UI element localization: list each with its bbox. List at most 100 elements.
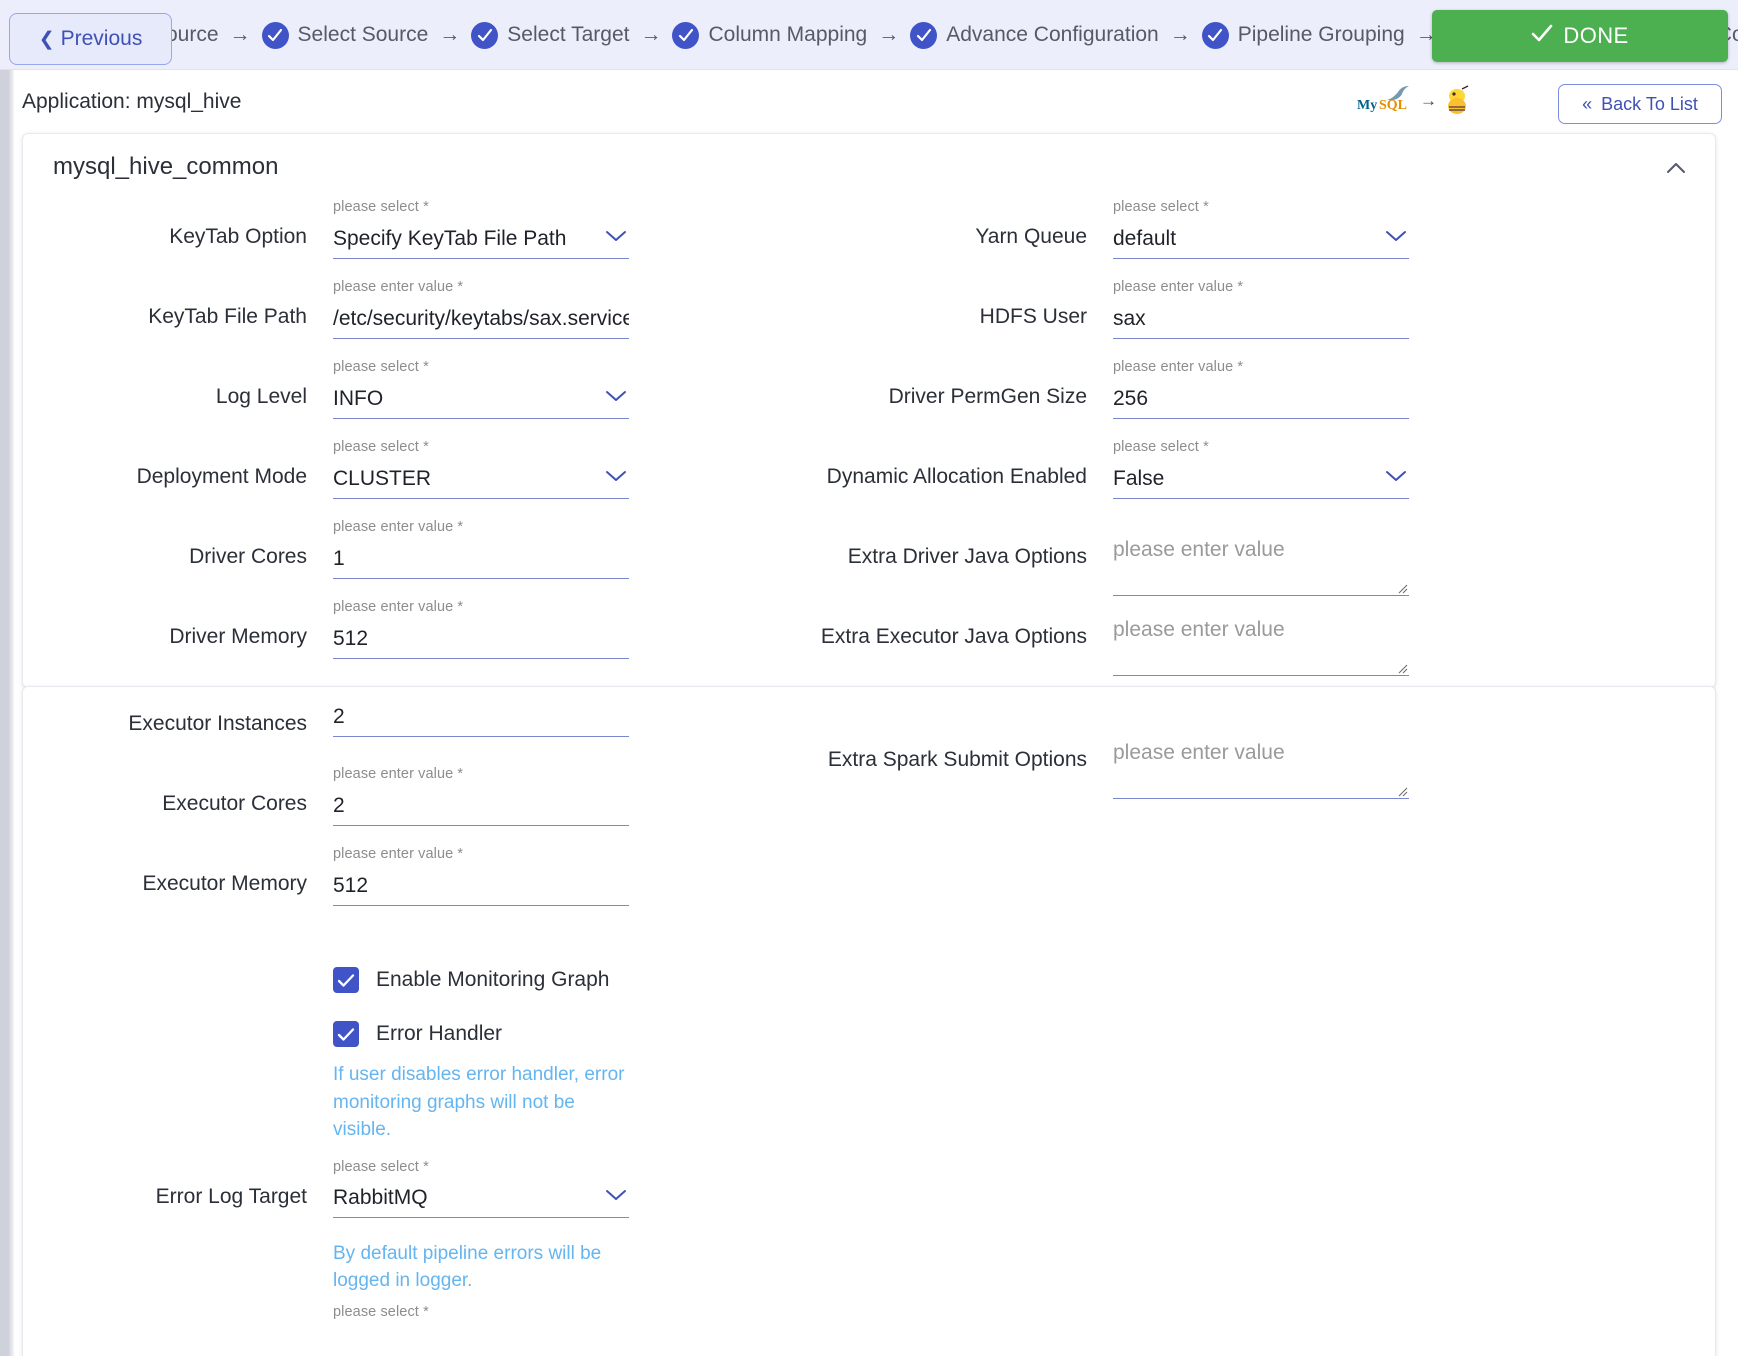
text-input[interactable]: /etc/security/keytabs/sax.service.keytab <box>333 303 629 339</box>
step-arrow-icon: → <box>229 23 251 46</box>
textarea-input[interactable]: please enter value <box>1113 534 1409 596</box>
field-label: Deployment Mode <box>136 465 307 488</box>
field-hint: please select * <box>333 199 429 215</box>
field-value: please enter value <box>1113 618 1285 641</box>
field-keytab-file-path: KeyTab File Path please enter value * /etc… <box>23 280 803 360</box>
step-arrow-icon: → <box>439 23 461 46</box>
textarea-input[interactable]: please enter value <box>1113 614 1409 676</box>
step-check-icon <box>471 21 499 49</box>
checkbox-error-handler[interactable] <box>333 1021 359 1047</box>
select-input[interactable]: INFO <box>333 383 629 419</box>
wizard-step-label: Pipeline Grouping <box>1237 23 1405 46</box>
previous-button[interactable]: ❮ Previous <box>9 13 172 65</box>
field-value: 1 <box>333 546 345 570</box>
panel-title: mysql_hive_common <box>53 153 279 180</box>
wizard-step-label: Select Source <box>297 23 429 46</box>
chevron-down-icon[interactable] <box>605 389 627 403</box>
trailing-hint: please select * <box>333 1303 429 1320</box>
field-value: 2 <box>333 793 345 817</box>
resize-handle-icon[interactable] <box>1396 784 1408 797</box>
text-input[interactable]: 256 <box>1113 383 1409 419</box>
back-to-list-button[interactable]: « Back To List <box>1558 84 1722 124</box>
app-root: Source → Select Source → Select Target → Colum… <box>0 0 1738 1356</box>
field-label: Error Log Target <box>155 1184 307 1208</box>
trailing-hint-row: please select * <box>23 1295 803 1328</box>
field-control: please enter value * 512 <box>333 600 629 659</box>
text-input[interactable]: 1 <box>333 543 629 579</box>
hive-icon <box>1444 85 1474 117</box>
config-panel-top: mysql_hive_common KeyTab Option please se… <box>22 133 1716 688</box>
field-control: please select * INFO <box>333 360 629 419</box>
field-control: please enter value * sax <box>1113 280 1409 339</box>
field-driver-permgen-size: Driver PermGen Size please enter value * 2… <box>803 360 1583 440</box>
form-grid-bottom: Executor Instances 2 Executor Cores please … <box>23 687 1715 1347</box>
field-label: Dynamic Allocation Enabled <box>826 465 1087 488</box>
step-arrow-icon: → <box>878 23 900 46</box>
select-input[interactable]: CLUSTER <box>333 463 629 499</box>
checkbox-enable-monitoring-graph[interactable] <box>333 967 359 993</box>
chevron-down-icon[interactable] <box>605 469 627 483</box>
select-input[interactable]: Specify KeyTab File Path <box>333 223 629 259</box>
field-control: please enter value * 2 <box>333 767 629 826</box>
chevron-up-icon[interactable] <box>1663 156 1689 182</box>
field-value: default <box>1113 226 1177 250</box>
chevron-double-left-icon: « <box>1582 93 1593 114</box>
previous-button-label: Previous <box>60 27 143 50</box>
field-control: please enter value <box>1113 600 1409 676</box>
chevron-down-icon[interactable] <box>1385 229 1407 243</box>
chevron-down-icon[interactable] <box>605 229 627 243</box>
wizard-step-pipeline-grouping[interactable]: Pipeline Grouping <box>1200 21 1407 49</box>
wizard-step-select-target[interactable]: Select Target <box>469 21 631 49</box>
wizard-step-column-mapping[interactable]: Column Mapping <box>670 21 869 49</box>
text-input[interactable]: 512 <box>333 870 629 906</box>
connection-icons: My SQL → <box>1357 84 1474 118</box>
page-scroll-edge[interactable] <box>0 70 14 1356</box>
field-hint: please select * <box>333 439 429 455</box>
field-keytab-option: KeyTab Option please select * Specify KeyT… <box>23 200 803 280</box>
field-executor-cores: Executor Cores please enter value * 2 <box>23 767 803 847</box>
field-control: please enter value * 256 <box>1113 360 1409 419</box>
textarea-input[interactable]: please enter value <box>1113 737 1409 799</box>
field-hint: please select * <box>333 1158 429 1175</box>
resize-handle-icon[interactable] <box>1396 581 1408 594</box>
field-driver-cores: Driver Cores please enter value * 1 <box>23 520 803 600</box>
field-control: 2 <box>333 687 629 737</box>
check-icon <box>1531 23 1553 49</box>
label-spacer <box>23 1061 333 1144</box>
chevron-down-icon[interactable] <box>605 1188 627 1202</box>
wizard-step-select-source[interactable]: Select Source <box>260 21 431 49</box>
wizard-step-advance-configuration[interactable]: Advance Configuration <box>908 21 1160 49</box>
form-column-right: Yarn Queue please select * default HDFS Use… <box>803 200 1583 680</box>
error-handler-note-row: If user disables error handler, error mo… <box>23 1061 803 1144</box>
text-input[interactable]: 512 <box>333 623 629 659</box>
wizard-step-label: Select Target <box>507 23 630 46</box>
field-hint: please enter value * <box>1113 359 1244 375</box>
chevron-down-icon[interactable] <box>1385 469 1407 483</box>
select-input[interactable]: RabbitMQ <box>333 1182 629 1219</box>
field-label: KeyTab File Path <box>148 305 307 328</box>
text-input[interactable]: sax <box>1113 303 1409 339</box>
field-executor-memory: Executor Memory please enter value * 512 <box>23 847 803 927</box>
resize-handle-icon[interactable] <box>1396 661 1408 674</box>
checkbox-label: Error Handler <box>376 1022 503 1045</box>
done-button[interactable]: DONE <box>1432 10 1728 62</box>
field-value: 512 <box>333 873 369 897</box>
field-control: please enter value <box>1113 520 1409 596</box>
field-value: 2 <box>333 705 345 728</box>
field-hint: please select * <box>1113 439 1209 455</box>
text-input[interactable]: 2 <box>333 790 629 826</box>
form-column-left: KeyTab Option please select * Specify KeyT… <box>23 200 803 680</box>
text-input[interactable]: 2 <box>333 701 629 737</box>
field-value: RabbitMQ <box>333 1186 428 1210</box>
field-hint: please enter value * <box>333 766 464 782</box>
field-driver-memory: Driver Memory please enter value * 512 <box>23 600 803 680</box>
select-input[interactable]: default <box>1113 223 1409 259</box>
panel-header[interactable]: mysql_hive_common <box>23 134 1715 200</box>
select-input[interactable]: False <box>1113 463 1409 499</box>
wizard-step-label: Advance Configuration <box>946 23 1159 46</box>
config-panel-bottom: Executor Instances 2 Executor Cores please … <box>22 686 1716 1356</box>
step-check-icon <box>910 21 938 49</box>
